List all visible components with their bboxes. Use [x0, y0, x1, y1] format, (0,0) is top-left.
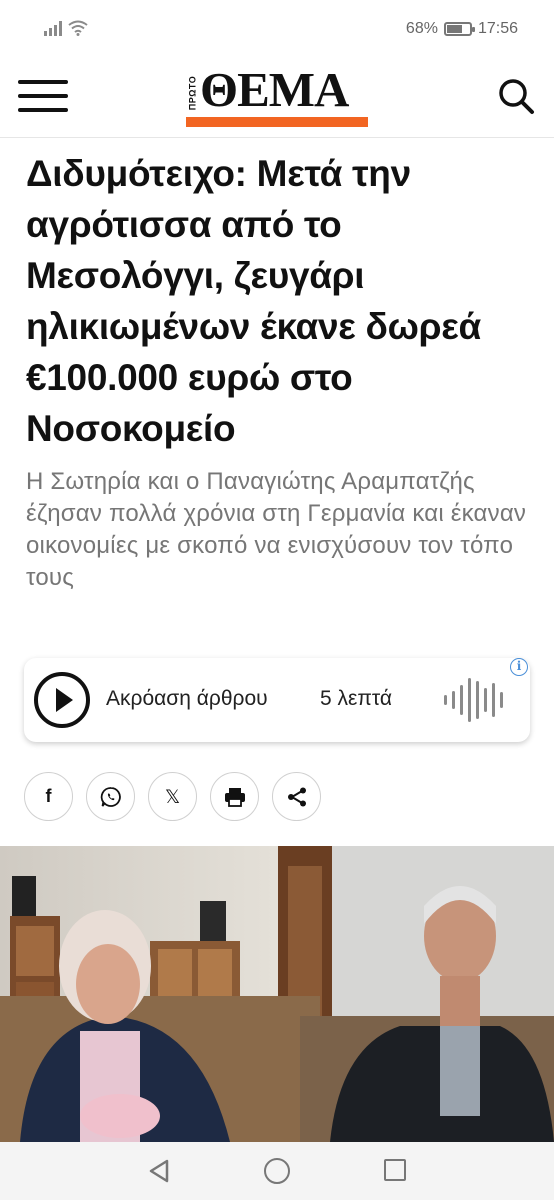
audio-label: Ακρόαση άρθρου [106, 687, 268, 710]
photo-elderly-couple [0, 846, 554, 1142]
status-left [44, 20, 88, 36]
status-bar: 68% 17:56 [0, 0, 554, 60]
signal-icon [44, 20, 62, 36]
battery-fill [446, 25, 462, 33]
waveform-icon [444, 676, 503, 724]
back-icon[interactable] [146, 1158, 172, 1184]
site-header: ΠΡΩΤΟ ΘΕΜΑ [0, 60, 554, 138]
menu-icon[interactable] [18, 76, 68, 116]
article-headline: Διδυμότειχο: Μετά την αγρότισσα από το Μ… [26, 153, 481, 449]
search-icon[interactable] [496, 76, 536, 116]
facebook-icon: f [45, 786, 52, 806]
home-icon[interactable] [264, 1158, 290, 1184]
logo-proto-text: ΠΡΩΤΟ [187, 75, 197, 111]
logo-accent-bar [186, 117, 368, 127]
x-icon: 𝕏 [164, 785, 181, 808]
recents-icon[interactable] [384, 1159, 406, 1181]
share-bar: f 𝕏 [24, 772, 321, 821]
article-subheadline: Η Σωτηρία και ο Παναγιώτης Αραμπατζής έζ… [26, 468, 527, 591]
print-icon [224, 787, 245, 807]
share-icon [287, 787, 306, 806]
share-button[interactable] [272, 772, 321, 821]
play-icon[interactable] [34, 672, 90, 728]
battery-icon [443, 22, 475, 36]
article-photo[interactable] [0, 846, 554, 1142]
audio-player: Ακρόαση άρθρου 5 λεπτά i [24, 658, 530, 742]
whatsapp-share-button[interactable] [86, 772, 135, 821]
site-logo[interactable]: ΠΡΩΤΟ ΘΕΜΑ [186, 65, 368, 127]
whatsapp-icon [100, 786, 121, 807]
system-nav-bar [0, 1142, 554, 1200]
x-share-button[interactable]: 𝕏 [148, 772, 197, 821]
print-button[interactable] [210, 772, 259, 821]
status-right: 68% 17:56 [406, 20, 518, 38]
logo-text: ΘΕΜΑ [200, 62, 349, 117]
facebook-share-button[interactable]: f [24, 772, 73, 821]
wifi-icon [68, 20, 88, 36]
status-time: 17:56 [477, 20, 518, 37]
battery-percent: 68% [405, 20, 438, 37]
info-icon[interactable]: i [510, 658, 528, 676]
audio-duration: 5 λεπτά [320, 687, 393, 710]
